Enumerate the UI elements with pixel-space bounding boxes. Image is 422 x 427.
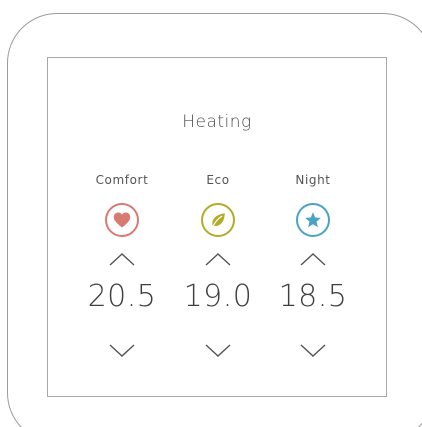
night-decrease-button[interactable] — [299, 344, 327, 358]
mode-comfort-label: Comfort — [95, 173, 149, 187]
eco-increase-button[interactable] — [204, 252, 232, 266]
thermostat-screen: Heating Comfort 20.5 Eco 19.0 Night 18.5 — [47, 57, 387, 397]
comfort-decrease-button[interactable] — [108, 344, 136, 358]
leaf-icon — [212, 213, 225, 228]
comfort-temperature-value: 20.5 — [87, 279, 157, 314]
page-title: Heating — [182, 112, 252, 132]
eco-decrease-button[interactable] — [204, 344, 232, 358]
comfort-mode-button[interactable] — [105, 203, 139, 237]
eco-temperature-value: 19.0 — [183, 279, 253, 314]
night-mode-button[interactable] — [296, 203, 330, 237]
comfort-increase-button[interactable] — [108, 252, 136, 266]
mode-eco: Eco 19.0 — [178, 172, 258, 357]
mode-night-label: Night — [295, 173, 331, 187]
mode-comfort: Comfort 20.5 — [82, 172, 162, 357]
eco-mode-button[interactable] — [201, 203, 235, 237]
heart-icon — [113, 212, 131, 228]
night-temperature-value: 18.5 — [278, 279, 348, 314]
star-icon — [305, 212, 321, 228]
night-increase-button[interactable] — [299, 252, 327, 266]
mode-eco-label: Eco — [206, 173, 230, 187]
mode-columns: Comfort 20.5 Eco 19.0 Night 18.5 — [48, 172, 386, 372]
mode-night: Night 18.5 — [273, 172, 353, 357]
